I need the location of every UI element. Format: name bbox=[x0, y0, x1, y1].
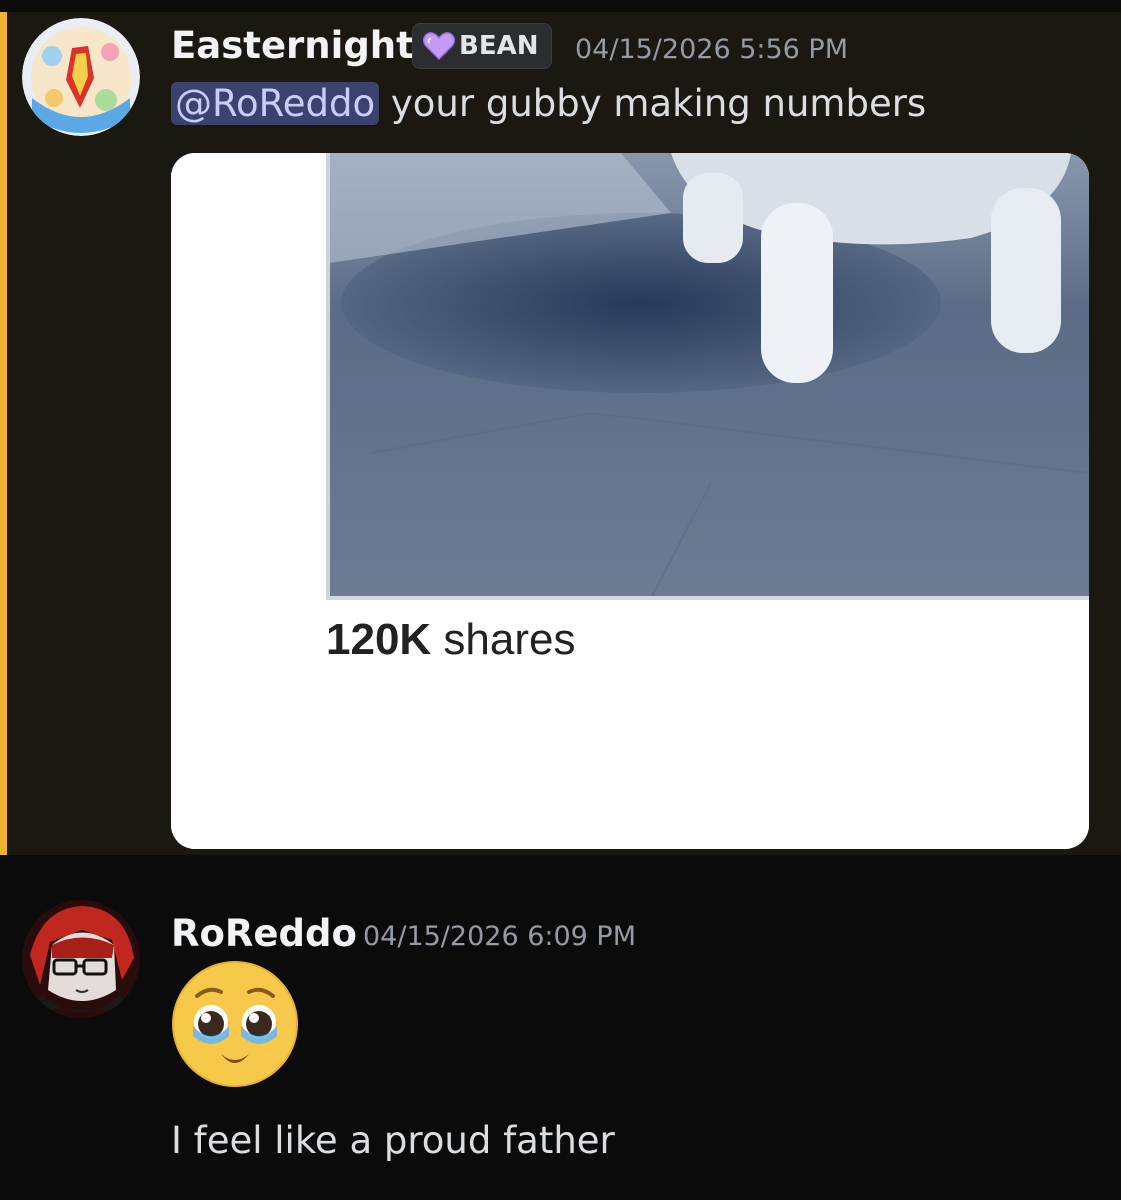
pleading-face-emoji bbox=[172, 961, 298, 1087]
avatar-image bbox=[22, 900, 140, 1018]
mention-indicator-bar bbox=[0, 12, 7, 855]
avatar-image bbox=[22, 18, 140, 136]
message-text: I feel like a proud father bbox=[171, 1119, 615, 1162]
message-content: @RoReddo your gubby making numbers bbox=[171, 80, 926, 128]
avatar-roreddo[interactable] bbox=[22, 900, 140, 1018]
attachment-image bbox=[171, 153, 1089, 849]
shares-label: shares bbox=[431, 615, 576, 664]
server-tag-badge[interactable]: BEAN bbox=[412, 23, 552, 69]
server-tag-label: BEAN bbox=[459, 31, 539, 61]
avatar-easternightf[interactable] bbox=[22, 18, 140, 136]
image-attachment[interactable]: 120K shares bbox=[171, 153, 1089, 849]
top-strip bbox=[0, 0, 1121, 12]
heart-icon bbox=[423, 32, 455, 60]
shares-number: 120K bbox=[326, 615, 432, 664]
user-mention[interactable]: @RoReddo bbox=[171, 82, 380, 125]
author-name[interactable]: RoReddo bbox=[171, 912, 357, 956]
author-name[interactable]: Easternightf bbox=[171, 24, 430, 68]
shares-count: 120K shares bbox=[326, 615, 575, 665]
message-timestamp[interactable]: 04/15/2026 6:09 PM bbox=[363, 921, 636, 953]
message-timestamp[interactable]: 04/15/2026 5:56 PM bbox=[575, 34, 848, 66]
message-text: your gubby making numbers bbox=[379, 82, 927, 125]
